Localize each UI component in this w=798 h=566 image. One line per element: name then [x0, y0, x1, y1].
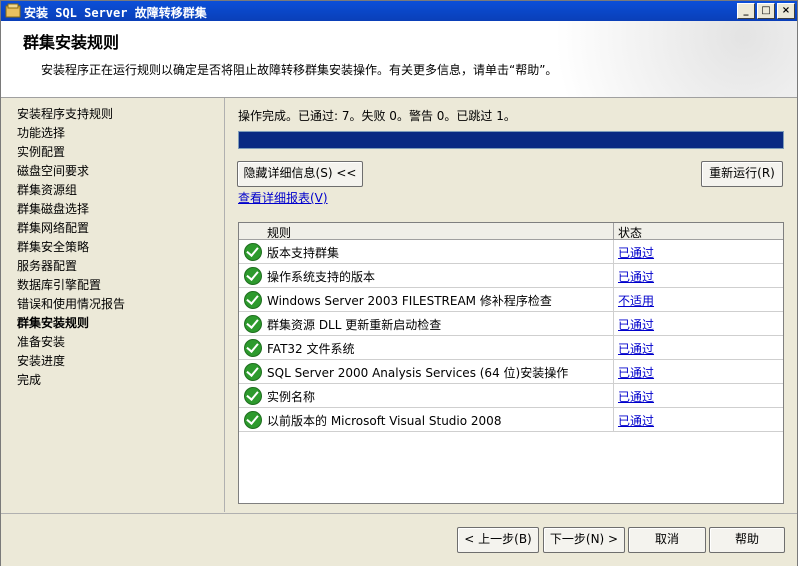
rule-name: FAT32 文件系统	[267, 342, 355, 356]
check-icon	[244, 387, 262, 405]
sidebar-item-cluster-disk[interactable]: 群集磁盘选择	[17, 201, 89, 217]
table-row: SQL Server 2000 Analysis Services (64 位)…	[239, 360, 783, 384]
sidebar-item-ready-to-install[interactable]: 准备安装	[17, 334, 65, 350]
table-row: 实例名称 已通过	[239, 384, 783, 408]
cell-separator	[613, 360, 614, 383]
status-link[interactable]: 已通过	[618, 388, 654, 405]
column-header-rule[interactable]: 规则	[267, 224, 291, 241]
sidebar-item-instance-config[interactable]: 实例配置	[17, 144, 65, 160]
sidebar-item-cluster-network[interactable]: 群集网络配置	[17, 220, 89, 236]
step-sidebar: 安装程序支持规则 功能选择 实例配置 磁盘空间要求 群集资源组 群集磁盘选择 群…	[1, 98, 225, 512]
table-row: 群集资源 DLL 更新重新启动检查 已通过	[239, 312, 783, 336]
cell-separator	[613, 408, 614, 431]
status-link[interactable]: 已通过	[618, 244, 654, 261]
cancel-button[interactable]: 取消	[628, 527, 706, 553]
table-row: 版本支持群集 已通过	[239, 240, 783, 264]
help-button[interactable]: 帮助	[709, 527, 785, 553]
check-icon	[244, 363, 262, 381]
sidebar-item-feature-selection[interactable]: 功能选择	[17, 125, 65, 141]
rule-name: Windows Server 2003 FILESTREAM 修补程序检查	[267, 294, 552, 308]
page-title: 群集安装规则	[23, 33, 120, 52]
rules-table: 规则 状态 版本支持群集 已通过 操作系统支持的版本 已通过 Windows S…	[238, 222, 784, 504]
sql-server-icon	[5, 3, 21, 18]
table-row: 操作系统支持的版本 已通过	[239, 264, 783, 288]
minimize-button[interactable]: _	[737, 3, 755, 19]
sidebar-item-server-config[interactable]: 服务器配置	[17, 258, 77, 274]
sidebar-item-disk-space[interactable]: 磁盘空间要求	[17, 163, 89, 179]
column-header-status[interactable]: 状态	[618, 224, 642, 241]
sidebar-item-error-reporting[interactable]: 错误和使用情况报告	[17, 296, 125, 312]
rule-name: 群集资源 DLL 更新重新启动检查	[267, 318, 442, 332]
cell-separator	[613, 384, 614, 407]
sidebar-item-install-progress[interactable]: 安装进度	[17, 353, 65, 369]
sidebar-item-db-engine-config[interactable]: 数据库引擎配置	[17, 277, 101, 293]
hide-details-button[interactable]: 隐藏详细信息(S) <<	[237, 161, 363, 187]
maximize-button[interactable]: □	[757, 3, 775, 19]
column-separator[interactable]	[613, 223, 614, 239]
status-link[interactable]: 已通过	[618, 268, 654, 285]
title-bar[interactable]: 安装 SQL Server 故障转移群集 _ □ ×	[1, 1, 797, 21]
rule-name: SQL Server 2000 Analysis Services (64 位)…	[267, 366, 569, 380]
page-header: 群集安装规则 安装程序正在运行规则以确定是否将阻止故障转移群集安装操作。有关更多…	[1, 21, 797, 98]
installer-window: 安装 SQL Server 故障转移群集 _ □ × 群集安装规则 安装程序正在…	[0, 0, 798, 566]
rule-name: 版本支持群集	[267, 246, 340, 260]
sidebar-item-complete[interactable]: 完成	[17, 372, 41, 388]
window-controls: _ □ ×	[735, 3, 795, 19]
status-link[interactable]: 已通过	[618, 340, 654, 357]
rule-name: 操作系统支持的版本	[267, 270, 376, 284]
cell-separator	[613, 336, 614, 359]
sidebar-item-cluster-security[interactable]: 群集安全策略	[17, 239, 89, 255]
table-row: 以前版本的 Microsoft Visual Studio 2008 已通过	[239, 408, 783, 432]
status-link[interactable]: 已通过	[618, 316, 654, 333]
check-icon	[244, 243, 262, 261]
table-header: 规则 状态	[239, 223, 783, 240]
rule-name: 实例名称	[267, 390, 316, 404]
table-row: Windows Server 2003 FILESTREAM 修补程序检查 不适…	[239, 288, 783, 312]
progress-bar	[238, 131, 784, 149]
back-button[interactable]: < 上一步(B)	[457, 527, 539, 553]
cell-separator	[613, 288, 614, 311]
header-decoration	[437, 21, 797, 97]
wizard-footer: < 上一步(B) 下一步(N) > 取消 帮助	[1, 513, 797, 566]
progress-fill	[239, 132, 783, 148]
status-link[interactable]: 已通过	[618, 364, 654, 381]
sidebar-item-cluster-resource-group[interactable]: 群集资源组	[17, 182, 77, 198]
view-report-link[interactable]: 查看详细报表(V)	[238, 189, 328, 206]
check-icon	[244, 291, 262, 309]
cell-separator	[613, 312, 614, 335]
main-panel: 操作完成。已通过: 7。失败 0。警告 0。已跳过 1。 隐藏详细信息(S) <…	[225, 98, 797, 512]
cell-separator	[613, 264, 614, 287]
close-button[interactable]: ×	[777, 3, 795, 19]
check-icon	[244, 339, 262, 357]
check-icon	[244, 411, 262, 429]
table-row: FAT32 文件系统 已通过	[239, 336, 783, 360]
status-link[interactable]: 不适用	[618, 292, 654, 309]
sidebar-item-cluster-install-rules[interactable]: 群集安装规则	[17, 315, 89, 331]
rule-name: 以前版本的 Microsoft Visual Studio 2008	[267, 414, 502, 428]
check-icon	[244, 267, 262, 285]
operation-status: 操作完成。已通过: 7。失败 0。警告 0。已跳过 1。	[238, 109, 516, 123]
cell-separator	[613, 240, 614, 263]
window-title: 安装 SQL Server 故障转移群集	[24, 6, 207, 20]
next-button[interactable]: 下一步(N) >	[543, 527, 625, 553]
status-link[interactable]: 已通过	[618, 412, 654, 429]
sidebar-item-setup-support-rules[interactable]: 安装程序支持规则	[17, 106, 113, 122]
page-description: 安装程序正在运行规则以确定是否将阻止故障转移群集安装操作。有关更多信息，请单击“…	[41, 63, 558, 77]
rerun-button[interactable]: 重新运行(R)	[701, 161, 783, 187]
check-icon	[244, 315, 262, 333]
